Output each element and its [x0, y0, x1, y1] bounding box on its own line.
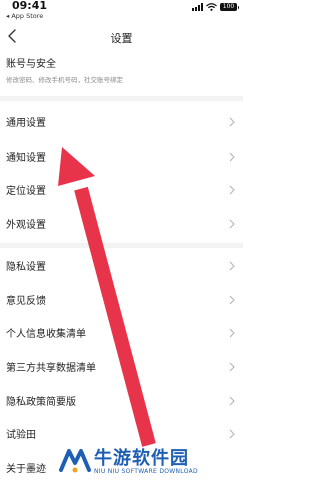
row-label: 意见反馈 — [6, 296, 46, 307]
page-title: 设置 — [110, 32, 133, 45]
row-label: 试验田 — [6, 430, 36, 441]
chevron-right-icon — [229, 396, 235, 406]
chevron-right-icon — [229, 152, 235, 162]
status-time: 09:41 — [12, 0, 48, 12]
row-label: 通知设置 — [6, 153, 46, 164]
battery-icon: 100 — [220, 3, 239, 11]
settings-row-personal-info-list[interactable]: 个人信息收集清单 — [0, 320, 243, 346]
nav-bar: 设置 — [0, 22, 243, 50]
section-divider — [0, 96, 243, 101]
settings-row-privacy[interactable]: 隐私设置 — [0, 253, 243, 279]
watermark-logo-icon — [59, 449, 91, 473]
chevron-right-icon — [229, 261, 235, 271]
row-label: 个人信息收集清单 — [6, 329, 86, 340]
row-label: 隐私设置 — [6, 262, 46, 273]
row-label: 隐私政策简要版 — [6, 397, 76, 408]
settings-row-third-party-data[interactable]: 第三方共享数据清单 — [0, 354, 243, 380]
wifi-icon — [206, 3, 217, 11]
settings-row-account-security[interactable]: 账号与安全 修改密码、修改手机号码，社交账号绑定 — [0, 52, 243, 88]
row-label: 外观设置 — [6, 220, 46, 231]
watermark-title: 牛游软件园 — [94, 448, 189, 469]
settings-row-notification[interactable]: 通知设置 — [0, 144, 243, 170]
row-label: 通用设置 — [6, 118, 46, 129]
settings-row-appearance[interactable]: 外观设置 — [0, 211, 243, 237]
row-subtitle: 修改密码、修改手机号码，社交账号绑定 — [6, 76, 123, 84]
settings-row-general[interactable]: 通用设置 — [0, 109, 243, 135]
chevron-right-icon — [229, 328, 235, 338]
chevron-right-icon — [229, 362, 235, 372]
chevron-right-icon — [229, 117, 235, 127]
watermark-subtitle: NIU NIU SOFTWARE DOWNLOAD — [94, 468, 198, 475]
row-label: 第三方共享数据清单 — [6, 363, 96, 374]
watermark: 牛游软件园 NIU NIU SOFTWARE DOWNLOAD — [56, 441, 243, 487]
settings-row-location[interactable]: 定位设置 — [0, 177, 243, 203]
row-label: 账号与安全 — [6, 59, 56, 70]
settings-row-feedback[interactable]: 意见反馈 — [0, 287, 243, 313]
section-divider — [0, 243, 243, 248]
back-to-app-store-link[interactable]: ◂ App Store — [6, 12, 43, 20]
status-bar: 09:41 ◂ App Store 100 — [0, 0, 243, 22]
chevron-right-icon — [229, 429, 235, 439]
row-label: 关于墨迹 — [6, 464, 46, 475]
signal-icon — [192, 3, 203, 11]
chevron-right-icon — [229, 185, 235, 195]
row-label: 定位设置 — [6, 186, 46, 197]
settings-row-privacy-policy[interactable]: 隐私政策简要版 — [0, 388, 243, 414]
chevron-right-icon — [229, 219, 235, 229]
status-icons: 100 — [192, 2, 239, 12]
chevron-right-icon — [229, 295, 235, 305]
